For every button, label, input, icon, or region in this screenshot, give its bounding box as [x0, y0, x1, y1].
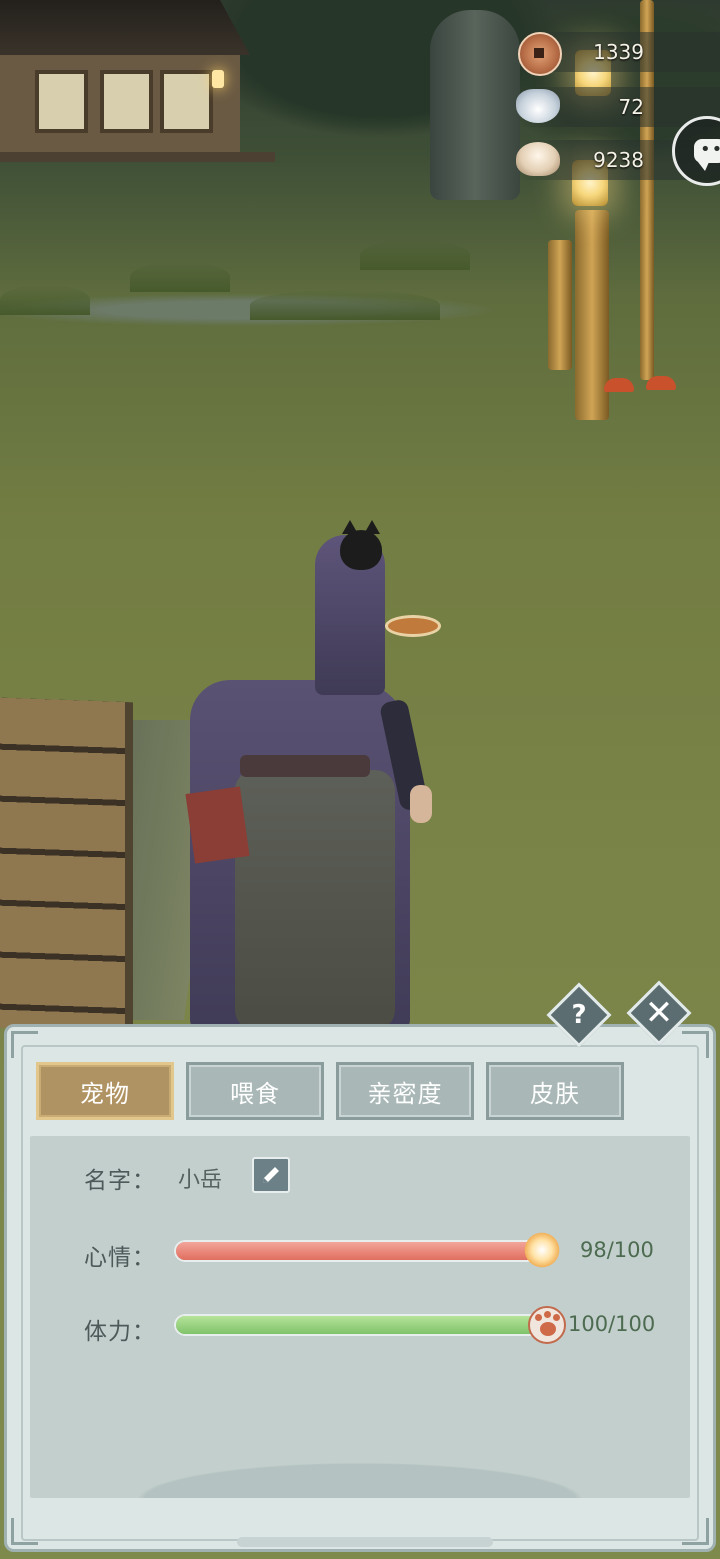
mood-value: 98/100	[580, 1238, 654, 1262]
grass-tuft	[360, 240, 470, 270]
copper-coin-counter: 1339	[518, 32, 720, 76]
tab-skin[interactable]: 皮肤	[486, 1062, 624, 1120]
sun-icon	[520, 1228, 564, 1272]
wooden-house	[0, 0, 275, 165]
mushroom	[604, 378, 634, 392]
mood-label: 心情：	[84, 1245, 156, 1271]
decorative-hills	[30, 1420, 690, 1498]
stamina-label: 体力：	[84, 1319, 156, 1345]
shell-value: 9238	[593, 148, 644, 172]
stamina-bar	[174, 1314, 544, 1336]
edit-name-button[interactable]	[252, 1157, 290, 1193]
shell-icon	[516, 142, 560, 176]
grass-tuft	[250, 290, 440, 320]
help-icon[interactable]: ?	[556, 992, 602, 1038]
wooden-table	[0, 697, 133, 1033]
house-lamp	[212, 70, 224, 88]
pet-name-value: 小岳	[178, 1168, 223, 1193]
close-icon[interactable]: ✕	[636, 990, 682, 1036]
chat-icon: •••	[694, 139, 720, 171]
stamina-value: 100/100	[568, 1312, 656, 1336]
silver-ingot-icon	[516, 89, 560, 123]
pet-tabs: 宠物 喂食 亲密度 皮肤	[36, 1062, 624, 1122]
copper-coin-value: 1339	[593, 40, 644, 64]
rock-formation	[430, 10, 520, 200]
food-plate	[385, 615, 441, 637]
paw-icon	[528, 1306, 566, 1344]
grass-tuft	[0, 285, 90, 315]
stamina-bar-fill	[176, 1316, 542, 1334]
grass-tuft	[130, 262, 230, 292]
pet-cat[interactable]	[340, 520, 382, 570]
tab-feed[interactable]: 喂食	[186, 1062, 324, 1120]
mood-bar	[174, 1240, 544, 1262]
tab-intimacy[interactable]: 亲密度	[336, 1062, 474, 1120]
wooden-post	[548, 240, 572, 370]
coin-icon	[518, 32, 562, 76]
tab-pet[interactable]: 宠物	[36, 1062, 174, 1120]
mood-bar-fill	[176, 1242, 535, 1260]
name-label: 名字：	[84, 1168, 156, 1194]
player-character[interactable]	[180, 520, 441, 1030]
silver-ingot-value: 72	[618, 95, 644, 119]
pencil-icon	[263, 1167, 279, 1183]
mushroom	[646, 376, 676, 390]
